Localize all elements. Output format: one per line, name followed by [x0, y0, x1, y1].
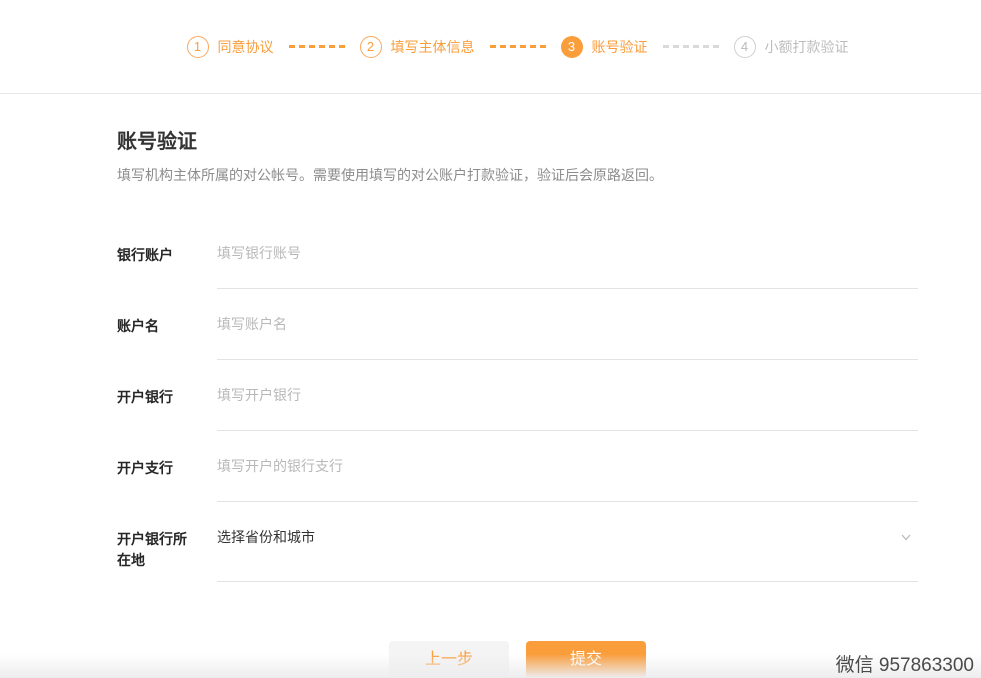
- form-row-opening-bank: 开户银行: [117, 360, 918, 431]
- step-2-circle: 2: [359, 35, 382, 58]
- form-row-bank-location: 开户银行所在地 选择省份和城市: [117, 502, 918, 582]
- step-agree-agreement: 1 同意协议: [186, 35, 274, 58]
- wizard-header: 1 同意协议 2 填写主体信息 3 账号验证 4 小额打款验证: [0, 0, 981, 94]
- stepper: 1 同意协议 2 填写主体信息 3 账号验证 4 小额打款验证: [117, 35, 918, 58]
- previous-step-button[interactable]: 上一步: [389, 641, 509, 678]
- step-1-circle: 1: [186, 35, 209, 58]
- step-connector-2: [489, 45, 546, 48]
- step-3-label: 账号验证: [591, 38, 648, 55]
- account-name-input[interactable]: [217, 316, 918, 332]
- account-verification-section: 账号验证 填写机构主体所属的对公帐号。需要使用填写的对公账户打款验证，验证后会原…: [117, 131, 918, 678]
- form-row-bank-branch: 开户支行: [117, 431, 918, 502]
- watermark-text: 微信 957863300: [835, 655, 974, 676]
- account-name-label: 账户名: [117, 318, 159, 334]
- step-payment-verify: 4 小额打款验证: [733, 35, 849, 58]
- step-subject-info: 2 填写主体信息: [359, 35, 475, 58]
- form-row-account-name: 账户名: [117, 289, 918, 360]
- page-title: 账号验证: [117, 131, 197, 153]
- step-connector-3: [662, 45, 719, 48]
- step-connector-1: [288, 45, 345, 48]
- bank-account-input[interactable]: [217, 245, 918, 261]
- bank-branch-input[interactable]: [217, 458, 918, 474]
- form-actions: 上一步 提交: [117, 641, 918, 678]
- step-3-circle: 3: [560, 35, 583, 58]
- step-4-label: 小额打款验证: [764, 38, 849, 55]
- step-account-verify: 3 账号验证: [560, 35, 648, 58]
- step-2-label: 填写主体信息: [390, 38, 475, 55]
- page-description: 填写机构主体所属的对公帐号。需要使用填写的对公账户打款验证，验证后会原路返回。: [117, 167, 663, 183]
- chevron-down-icon: [901, 534, 911, 541]
- opening-bank-input[interactable]: [217, 387, 918, 403]
- bank-branch-label: 开户支行: [117, 460, 173, 476]
- submit-button[interactable]: 提交: [526, 641, 646, 678]
- opening-bank-label: 开户银行: [117, 389, 173, 405]
- bank-location-select[interactable]: 选择省份和城市: [217, 529, 918, 545]
- bank-account-form: 银行账户 账户名 开户银行 开户支行 开户银行所在地: [117, 218, 918, 582]
- step-4-circle: 4: [733, 35, 756, 58]
- bank-account-label: 银行账户: [117, 247, 173, 263]
- form-row-bank-account: 银行账户: [117, 218, 918, 289]
- step-1-label: 同意协议: [217, 38, 274, 55]
- bank-location-label: 开户银行所在地: [117, 531, 187, 568]
- bank-location-value: 选择省份和城市: [217, 529, 315, 545]
